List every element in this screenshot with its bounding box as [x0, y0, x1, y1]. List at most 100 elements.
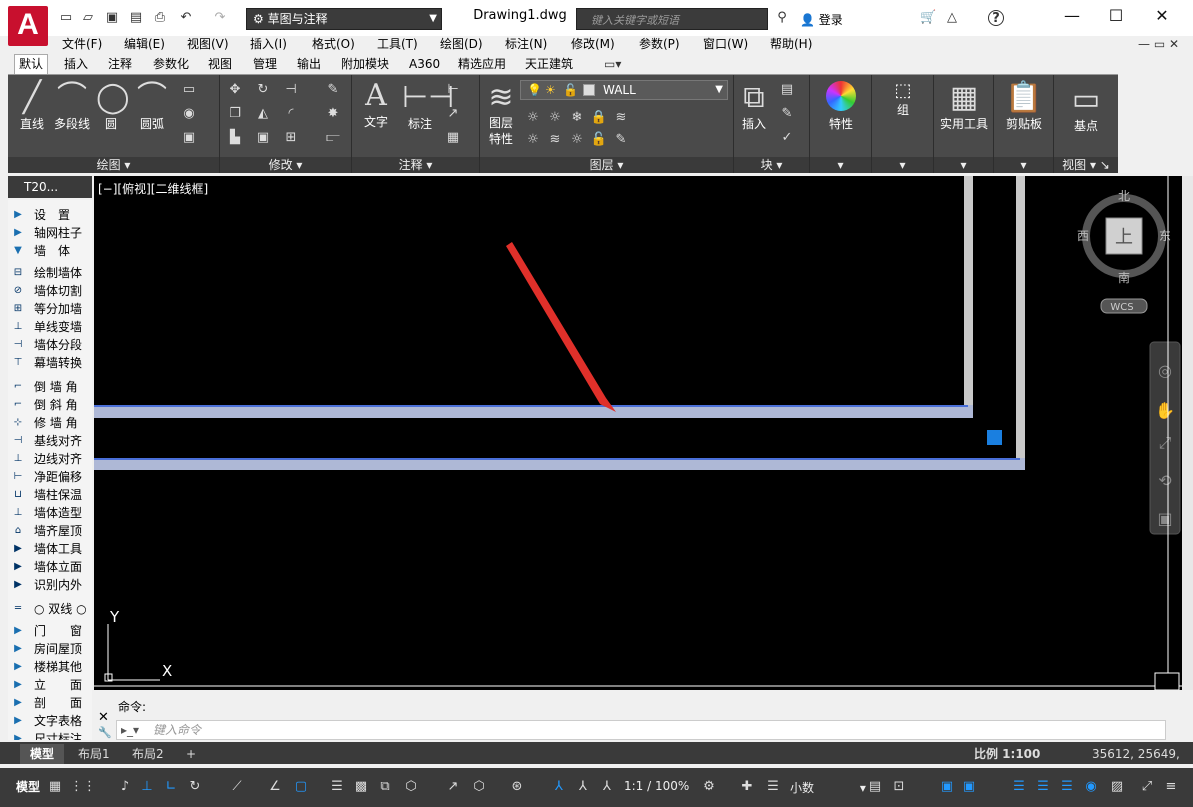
annotation-scale-icon[interactable]: ⅄ [598, 778, 616, 796]
table-icon[interactable]: ▦ [444, 129, 462, 147]
wall-vertical-outer[interactable] [1016, 176, 1025, 470]
layer-current-icon[interactable]: ✎ [612, 131, 630, 149]
a360-icon[interactable]: △ [944, 10, 960, 26]
modify-panel-title[interactable]: 修改 ▾ [220, 157, 351, 173]
redo-icon[interactable]: ↷ [212, 10, 228, 26]
line-tool[interactable]: ╱ 直线 [14, 81, 50, 132]
save-as-icon[interactable]: ▤ [128, 10, 144, 26]
compass-south[interactable]: 南 [1118, 270, 1130, 285]
palette-item[interactable]: ▶ 墙体工具 [8, 540, 92, 558]
palette-item[interactable]: ▶ 楼梯其他 [8, 658, 92, 676]
block-attribute-icon[interactable]: ✓ [778, 129, 796, 147]
open-file-icon[interactable]: ▱ [80, 10, 96, 26]
menu-draw[interactable]: 绘图(D) [440, 36, 483, 52]
print-icon[interactable]: ⎙ [152, 10, 168, 26]
object-track-icon[interactable]: ∠ [266, 778, 284, 796]
palette-item[interactable]: ⊥ 单线变墙 [8, 318, 92, 336]
isolate-icon[interactable]: ☰ [764, 778, 782, 796]
mirror-icon[interactable]: ◭ [254, 105, 272, 123]
layer-off-icon[interactable]: ☼ [524, 109, 542, 127]
hatch-icon[interactable]: ◉ [180, 105, 198, 123]
3d-osnap-icon[interactable]: ⬡ [402, 778, 420, 796]
tab-model[interactable]: 模型 [20, 744, 65, 764]
annotation-monitor-icon[interactable]: ⊛ [508, 778, 526, 796]
command-prompt-icon[interactable]: ▸_▾ [121, 721, 139, 739]
menu-tools[interactable]: 工具(T) [377, 36, 418, 52]
orbit-icon[interactable]: ⟲ [1158, 471, 1172, 490]
showmotion-icon[interactable]: ▣ [1157, 509, 1172, 528]
trim-icon[interactable]: ⊣ [282, 81, 300, 99]
auto-scale-icon[interactable]: ⅄ [574, 778, 592, 796]
undo-icon[interactable]: ↶ [178, 10, 194, 26]
dynamic-input-icon[interactable]: ↗ [444, 778, 462, 796]
transparency-icon[interactable]: ▩ [352, 778, 370, 796]
palette-item[interactable]: ⊣ 基线对齐 [8, 432, 92, 450]
create-block-icon[interactable]: ▤ [778, 81, 796, 99]
polar-icon[interactable]: ↻ [186, 778, 204, 796]
layer-lock-icon[interactable]: 🔒 [590, 109, 608, 127]
palette-item[interactable]: ▶ 房间屋顶 [8, 640, 92, 658]
utilities-button[interactable]: ▦ 实用工具 [936, 81, 992, 132]
leader-icon[interactable]: ↗ [444, 105, 462, 123]
layer-match-icon[interactable]: ≋ [612, 109, 630, 127]
palette-item[interactable]: ⌐ 倒 墙 角 [8, 378, 92, 396]
snap-icon[interactable]: ⋮⋮ [70, 778, 96, 796]
explode-icon[interactable]: ✸ [324, 105, 342, 123]
copy-icon[interactable]: ❐ [226, 105, 244, 123]
layer-dropdown[interactable]: 💡 ☀ 🔓 WALL ▼ [520, 80, 728, 100]
tab-a360[interactable]: A360 [409, 56, 440, 72]
block-panel-title[interactable]: 块 ▾ [734, 157, 809, 173]
properties-button[interactable]: 特性 [816, 81, 866, 132]
tab-layout1[interactable]: 布局1 [68, 744, 120, 764]
palette-item[interactable]: ⊞ 等分加墙 [8, 300, 92, 318]
clean-screen-icon[interactable]: ▣ [960, 778, 978, 796]
properties-expand[interactable]: ▾ [810, 157, 871, 173]
rectangle-icon[interactable]: ▭ [180, 81, 198, 99]
scale-icon[interactable]: ▣ [254, 129, 272, 147]
wall-vertical-inner[interactable] [964, 176, 973, 418]
palette-item[interactable]: ▶ 立 面 [8, 676, 92, 694]
palette-item[interactable]: ⊤ 幕墙转换 [8, 354, 92, 372]
clipboard-button[interactable]: 📋 剪贴板 [996, 81, 1052, 132]
arc-tool[interactable]: ⌒ 圆弧 [134, 81, 170, 132]
menu-modify[interactable]: 修改(M) [571, 36, 615, 52]
palette-item[interactable]: ▶ 轴网柱子 [8, 224, 92, 242]
groups-expand[interactable]: ▾ [872, 157, 933, 173]
layer-freeze-icon[interactable]: ❄ [568, 109, 586, 127]
isolate-objects-icon[interactable]: ☰ [1010, 778, 1028, 796]
infer-icon[interactable]: ♪ [116, 778, 134, 796]
layer-unisolate-icon[interactable]: ≋ [546, 131, 564, 149]
move-icon[interactable]: ✥ [226, 81, 244, 99]
circle-tool[interactable]: ◯ 圆 [96, 81, 130, 132]
drawing-canvas[interactable]: [−][俯视][二维线框] Y X 上 北 南 东 西 WCS ◎ ✋ ⤢ ⟲ [94, 176, 1182, 690]
zoom-extents-icon[interactable]: ⤢ [1159, 433, 1172, 452]
menu-window[interactable]: 窗口(W) [703, 36, 748, 52]
help-button[interactable]: ? [988, 10, 1004, 26]
tab-addins[interactable]: 附加模块 [341, 56, 389, 72]
palette-item[interactable]: ⊢ 净距偏移 [8, 468, 92, 486]
tab-layout2[interactable]: 布局2 [122, 744, 174, 764]
palette-item[interactable]: ⌂ 墙齐屋顶 [8, 522, 92, 540]
view-panel-title[interactable]: 视图 ▾ ↘ [1054, 157, 1118, 173]
model-space-button[interactable]: 模型 [14, 778, 42, 796]
palette-item[interactable]: ⊣ 墙体分段 [8, 336, 92, 354]
new-file-icon[interactable]: ▭ [58, 10, 74, 26]
monitor-icon[interactable]: ☰ [1034, 778, 1052, 796]
units-dropdown[interactable]: 小数 ▾ [790, 779, 866, 796]
tab-add-layout[interactable]: + [176, 744, 206, 764]
palette-item[interactable]: ⊟ 绘制墙体 [8, 264, 92, 282]
menu-file[interactable]: 文件(F) [62, 36, 102, 52]
tab-insert[interactable]: 插入 [64, 56, 88, 72]
polyline-tool[interactable]: ⌒ 多段线 [50, 81, 94, 132]
steering-wheel-icon[interactable]: ◎ [1158, 361, 1172, 380]
binoculars-icon[interactable]: ⚲ [774, 10, 790, 26]
selection-cycle-icon[interactable]: ⧉ [376, 778, 394, 796]
layer-unlock-icon[interactable]: 🔓 [590, 131, 608, 149]
selection-grip[interactable] [987, 430, 1002, 445]
dynamic-ucs-icon[interactable]: ⊥ [138, 778, 156, 796]
annotation-panel-title[interactable]: 注释 ▾ [352, 157, 479, 173]
maximize-button[interactable]: ☐ [1096, 4, 1136, 28]
compass-west[interactable]: 西 [1077, 229, 1089, 243]
palette-item[interactable]: ▶ 设 置 [8, 206, 92, 224]
annotation-plus-icon[interactable]: ✚ [738, 778, 756, 796]
